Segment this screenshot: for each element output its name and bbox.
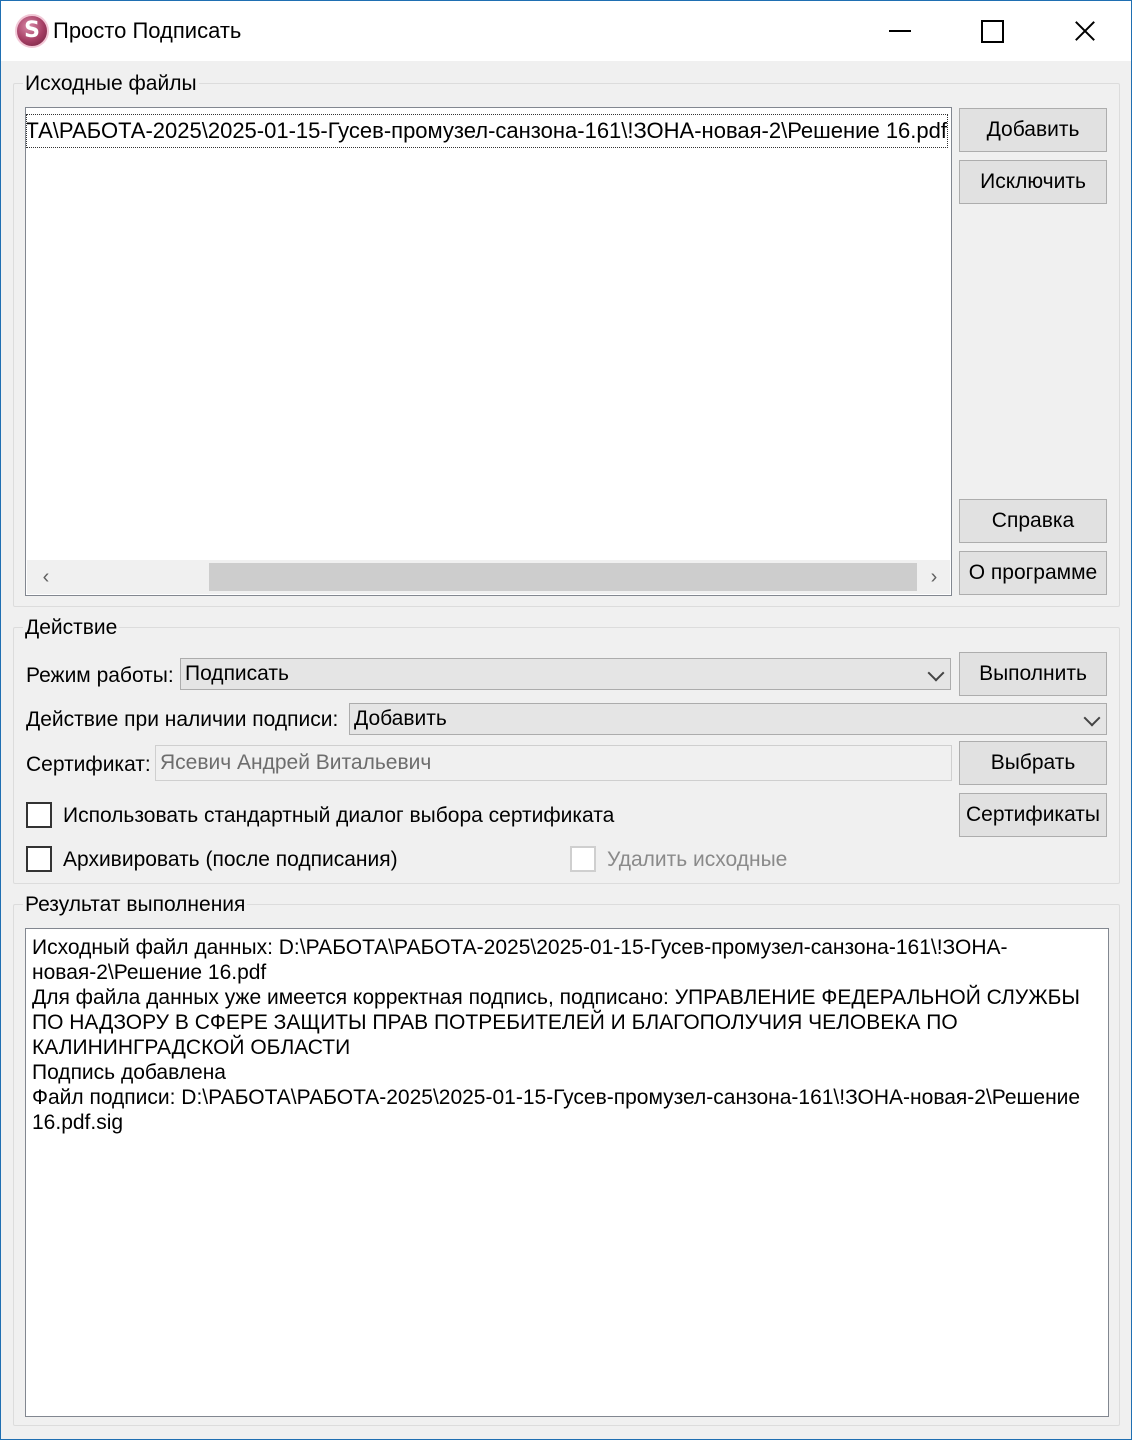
on-signature-select[interactable]: Добавить [349, 703, 1107, 735]
help-button[interactable]: Справка [959, 499, 1107, 543]
maximize-icon[interactable] [945, 1, 1037, 61]
result-line: Файл подписи: D:\РАБОТА\РАБОТА-2025\2025… [32, 1086, 1081, 1134]
result-group-label: Результат выполнения [23, 893, 248, 917]
on-signature-select-value: Добавить [354, 707, 447, 730]
scroll-right-icon[interactable]: › [919, 560, 949, 594]
execute-button[interactable]: Выполнить [959, 652, 1107, 696]
source-files-group-label: Исходные файлы [23, 72, 199, 96]
app-logo-icon: S [15, 14, 49, 48]
source-file-list[interactable]: D:\РАБОТА\РАБОТА-2025\2025-01-15-Гусев-п… [25, 107, 952, 596]
minimize-icon[interactable] [853, 1, 945, 61]
archive-checkbox[interactable] [26, 846, 52, 872]
mode-select-value: Подписать [185, 662, 289, 685]
mode-select[interactable]: Подписать [180, 658, 951, 690]
about-button[interactable]: О программе [959, 551, 1107, 595]
exclude-button[interactable]: Исключить [959, 160, 1107, 204]
delete-source-label: Удалить исходные [607, 848, 788, 871]
file-list-item[interactable]: D:\РАБОТА\РАБОТА-2025\2025-01-15-Гусев-п… [26, 114, 948, 148]
on-signature-label: Действие при наличии подписи: [26, 708, 339, 731]
title-bar[interactable]: S Просто Подписать [1, 1, 1131, 61]
certificates-button[interactable]: Сертификаты [959, 793, 1107, 837]
action-group-label: Действие [23, 616, 120, 640]
chevron-down-icon [927, 664, 945, 682]
certificate-field[interactable]: Ясевич Андрей Витальевич [155, 745, 952, 781]
close-icon[interactable] [1037, 1, 1129, 61]
scrollbar-thumb[interactable] [209, 563, 917, 591]
chevron-down-icon [1083, 709, 1101, 727]
scroll-left-icon[interactable]: ‹ [31, 560, 61, 594]
mode-label: Режим работы: [26, 664, 174, 687]
result-textarea[interactable]: Исходный файл данных: D:\РАБОТА\РАБОТА-2… [25, 928, 1109, 1417]
result-line: Исходный файл данных: D:\РАБОТА\РАБОТА-2… [32, 936, 1008, 984]
delete-source-checkbox[interactable] [570, 846, 596, 872]
certificate-label: Сертификат: [26, 753, 151, 776]
archive-label[interactable]: Архивировать (после подписания) [63, 848, 398, 872]
use-std-dialog-checkbox[interactable] [26, 802, 52, 828]
add-button[interactable]: Добавить [959, 108, 1107, 152]
app-window: S Просто Подписать Исходные файлы D:\РАБ… [0, 0, 1132, 1440]
result-line: Подпись добавлена [32, 1061, 226, 1084]
use-std-dialog-label[interactable]: Использовать стандартный диалог выбора с… [63, 804, 614, 828]
horizontal-scrollbar[interactable]: ‹ › [27, 560, 950, 594]
result-line: Для файла данных уже имеется корректная … [32, 986, 1081, 1059]
choose-certificate-button[interactable]: Выбрать [959, 741, 1107, 785]
window-title: Просто Подписать [53, 18, 242, 43]
